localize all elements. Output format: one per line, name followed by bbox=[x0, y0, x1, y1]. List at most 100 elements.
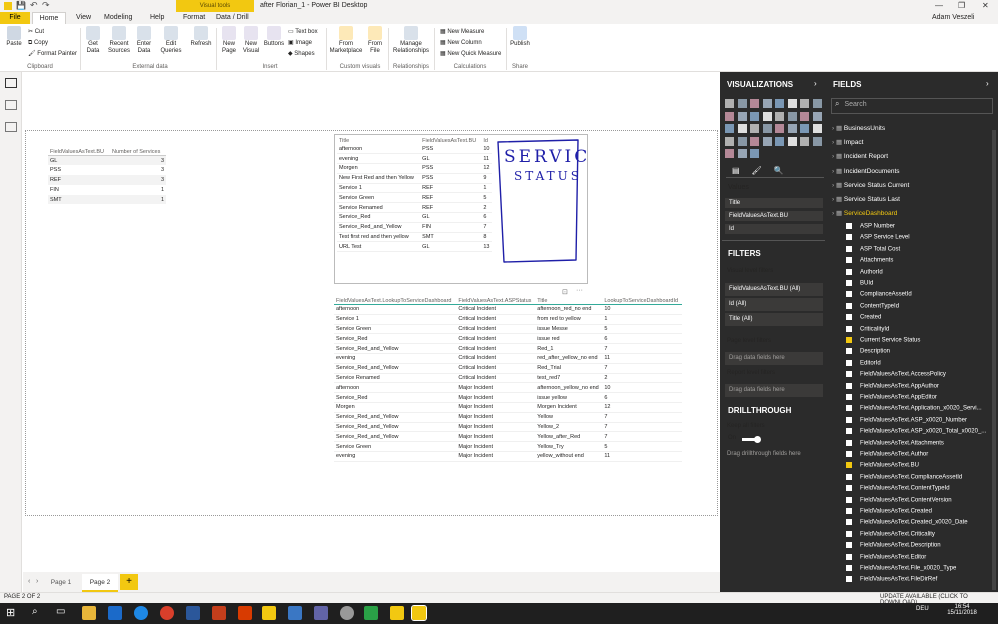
drillthrough-drop-zone[interactable]: Drag drillthrough fields here bbox=[727, 451, 801, 457]
checkbox[interactable] bbox=[846, 565, 852, 571]
table-row[interactable]: Service_Red_and_Yellow FIN 7 bbox=[337, 222, 492, 233]
table-row[interactable]: GL 3 bbox=[48, 155, 166, 166]
values-well-id[interactable]: Id bbox=[725, 224, 823, 234]
checkbox[interactable] bbox=[846, 416, 852, 423]
field-item[interactable]: ContentTypeId bbox=[846, 302, 899, 314]
save-icon[interactable]: 💾 bbox=[16, 1, 26, 10]
visual-type-icon[interactable] bbox=[737, 124, 747, 133]
tab-view[interactable]: View bbox=[76, 12, 91, 24]
column-header[interactable]: FieldValuesAsText.ASPStatus bbox=[456, 298, 535, 305]
field-table-item[interactable]: › ▦ ServiceDashboard bbox=[832, 209, 897, 217]
checkbox-checked-icon[interactable] bbox=[846, 462, 852, 469]
visual-type-icon[interactable] bbox=[750, 149, 759, 158]
checkbox[interactable] bbox=[846, 394, 852, 400]
visual-type-icon[interactable] bbox=[725, 149, 734, 158]
field-item[interactable]: FieldValuesAsText.Application_x0020_Serv… bbox=[846, 405, 982, 416]
checkbox[interactable] bbox=[846, 359, 852, 366]
model-view-icon[interactable] bbox=[5, 122, 17, 132]
table-row[interactable]: Test first red and then yellow SMT 8 bbox=[337, 232, 492, 243]
shapes-button[interactable]: ◆ Shapes bbox=[288, 51, 315, 58]
checkbox[interactable] bbox=[846, 508, 852, 514]
collapse-viz-icon[interactable]: › bbox=[814, 79, 817, 88]
visual-type-icon[interactable] bbox=[762, 99, 772, 108]
field-item[interactable]: ASP Service Level bbox=[846, 234, 910, 245]
table-row[interactable]: PSS 3 bbox=[48, 165, 166, 175]
table-row[interactable]: Service 1 REF 1 bbox=[337, 183, 492, 194]
checkbox[interactable] bbox=[846, 245, 852, 252]
field-item[interactable]: FieldValuesAsText.AppEditor bbox=[846, 394, 937, 405]
table-row[interactable]: evening GL 11 bbox=[337, 153, 492, 165]
checkbox[interactable] bbox=[846, 348, 852, 355]
field-item[interactable]: ComplianceAssetId bbox=[846, 291, 912, 302]
services-table[interactable]: Title FieldValuesAsText.BU Id afternoon P… bbox=[337, 138, 492, 253]
visual-type-icon[interactable] bbox=[812, 99, 822, 108]
table-row[interactable]: REF 3 bbox=[48, 175, 166, 185]
checkbox[interactable] bbox=[846, 473, 852, 480]
visual-type-icon[interactable] bbox=[812, 124, 822, 133]
field-item[interactable]: Description bbox=[846, 348, 890, 359]
app-icon[interactable] bbox=[314, 606, 328, 620]
field-table-item[interactable]: › ▦ Impact bbox=[832, 138, 863, 146]
powerpoint-icon[interactable] bbox=[212, 606, 226, 620]
checkbox[interactable] bbox=[846, 291, 852, 298]
app-icon[interactable] bbox=[364, 606, 378, 620]
services-per-bu-table[interactable]: FieldValuesAsText.BU Number of Services … bbox=[48, 149, 166, 205]
table-row[interactable]: afternoon Major Incident afternoon_yellow_… bbox=[334, 382, 682, 394]
field-item[interactable]: FieldValuesAsText.ASP_x0020_Number bbox=[846, 416, 967, 428]
table-row[interactable]: SMT 1 bbox=[48, 194, 166, 205]
app-icon[interactable] bbox=[340, 606, 354, 620]
field-table-item[interactable]: › ▦ BusinessUnits bbox=[832, 124, 885, 132]
user-name[interactable]: Adam Veszeli bbox=[932, 14, 974, 21]
field-item[interactable]: FieldValuesAsText.Attachments bbox=[846, 439, 944, 451]
table-row[interactable]: New First Red and then Yellow PSS 9 bbox=[337, 173, 492, 184]
field-item[interactable]: FieldValuesAsText.FileDirRef bbox=[846, 576, 937, 587]
checkbox[interactable] bbox=[846, 325, 852, 332]
search-icon[interactable]: ⌕ bbox=[32, 606, 38, 617]
new-measure-button[interactable]: ▦ New Measure bbox=[440, 29, 484, 36]
field-item[interactable]: FieldValuesAsText.Description bbox=[846, 542, 941, 553]
visual-type-icon[interactable] bbox=[737, 99, 747, 108]
table-row[interactable]: Service Renamed REF 2 bbox=[337, 202, 492, 214]
visual-type-icon[interactable] bbox=[737, 111, 747, 121]
task-view-icon[interactable]: ▭ bbox=[56, 606, 65, 617]
table-row[interactable]: Service Green Major Incident Yellow_Try 5 bbox=[334, 441, 682, 452]
checkbox[interactable] bbox=[846, 371, 852, 378]
field-table-item[interactable]: › ▦ IncidentDocuments bbox=[832, 167, 900, 175]
field-item[interactable]: FieldValuesAsText.ContentTypeId bbox=[846, 485, 950, 496]
teams-icon[interactable] bbox=[288, 606, 302, 620]
checkbox[interactable] bbox=[846, 496, 852, 503]
acrobat-icon[interactable] bbox=[238, 606, 252, 620]
more-options-icon[interactable]: ··· bbox=[576, 287, 583, 294]
table-row[interactable]: evening Critical Incident red_after_yellow… bbox=[334, 353, 682, 364]
new-column-button[interactable]: ▦ New Column bbox=[440, 40, 482, 47]
paste-button[interactable]: Paste bbox=[4, 26, 24, 48]
field-item[interactable]: ASP Number bbox=[846, 223, 895, 234]
checkbox[interactable] bbox=[846, 302, 852, 309]
from-file-button[interactable]: From File bbox=[364, 26, 386, 55]
visual-type-icon[interactable] bbox=[800, 111, 809, 121]
table-row[interactable]: afternoon PSS 10 bbox=[337, 144, 492, 155]
field-table-item[interactable]: › ▦ Service Status Last bbox=[832, 195, 900, 203]
tab-data-drill[interactable]: Data / Drill bbox=[216, 12, 249, 24]
column-header[interactable]: Number of Services bbox=[110, 149, 166, 156]
tab-format[interactable]: Format bbox=[183, 12, 205, 24]
visual-type-icon[interactable] bbox=[775, 99, 784, 108]
field-item[interactable]: Current Service Status bbox=[846, 337, 920, 348]
field-item[interactable]: BUId bbox=[846, 280, 873, 291]
analytics-icon[interactable]: 🔍 bbox=[774, 166, 784, 175]
page-filter-drop-zone[interactable]: Drag data fields here bbox=[725, 352, 823, 365]
report-filter-drop-zone[interactable]: Drag data fields here bbox=[725, 384, 823, 397]
new-page-button[interactable]: New Page bbox=[218, 26, 240, 55]
column-header[interactable]: FieldValuesAsText.BU bbox=[48, 149, 110, 156]
visual-type-icon[interactable] bbox=[762, 124, 772, 133]
visual-type-icon[interactable] bbox=[762, 136, 772, 146]
visual-type-icon[interactable] bbox=[725, 99, 734, 108]
table-row[interactable]: Service_Red Critical Incident issue red 6 bbox=[334, 333, 682, 345]
file-explorer-icon[interactable] bbox=[82, 606, 96, 620]
checkbox[interactable] bbox=[846, 234, 852, 241]
powerbi-taskbar-icon[interactable] bbox=[390, 606, 404, 620]
checkbox[interactable] bbox=[846, 405, 852, 412]
visual-type-icon[interactable] bbox=[737, 149, 747, 158]
table-row[interactable]: Service_Red_and_Yellow Major Incident Yell… bbox=[334, 412, 682, 423]
fields-scrollbar[interactable] bbox=[992, 130, 996, 590]
